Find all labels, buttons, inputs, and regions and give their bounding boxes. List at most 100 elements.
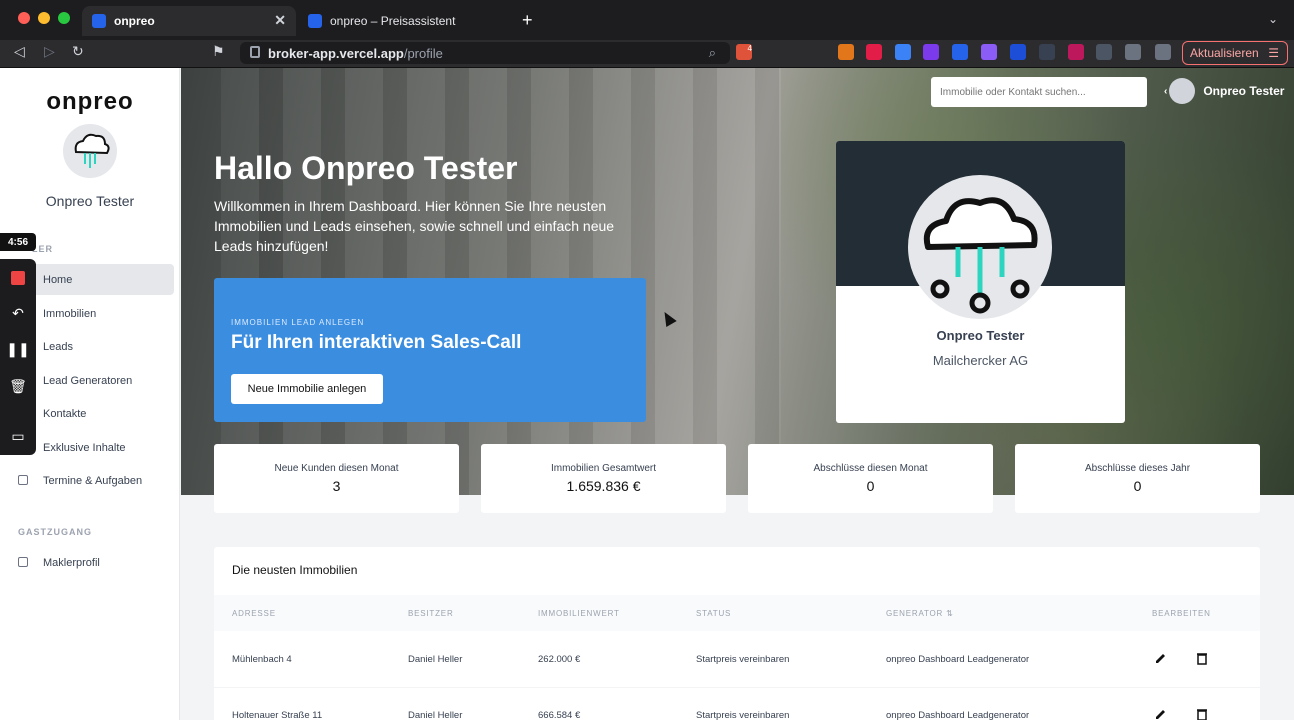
tab-onpreo[interactable]: onpreo ✕ bbox=[82, 6, 296, 36]
extension-translate-icon[interactable] bbox=[1010, 44, 1026, 60]
profile-card: Onpreo Tester Mailchercker AG bbox=[836, 141, 1125, 423]
column-header-address: ADRESSE bbox=[232, 609, 276, 618]
tab-list-chevron-icon[interactable]: ⌄ bbox=[1268, 12, 1278, 26]
sidebar-item-label: Lead Generatoren bbox=[43, 374, 133, 387]
profile-card-icon bbox=[18, 557, 28, 567]
extension-s-purple-icon[interactable] bbox=[981, 44, 997, 60]
edit-pencil-icon[interactable] bbox=[1153, 706, 1169, 720]
table-row[interactable]: Holtenauer Straße 11 Daniel Heller 666.5… bbox=[214, 688, 1260, 720]
stat-value: 3 bbox=[332, 478, 341, 494]
wallet-icon[interactable] bbox=[1155, 44, 1171, 60]
extension-chart-icon[interactable] bbox=[1068, 44, 1084, 60]
table-header: ADRESSE BESITZER IMMOBILIENWERT STATUS G… bbox=[214, 595, 1260, 631]
zoom-icon[interactable]: ⌕ bbox=[709, 45, 716, 61]
stat-value: 0 bbox=[866, 478, 875, 494]
cell-owner: Daniel Heller bbox=[408, 654, 463, 665]
top-user-name: Onpreo Tester bbox=[1203, 84, 1285, 98]
column-header-generator[interactable]: GENERATOR ⇅ bbox=[886, 609, 954, 618]
stat-card-total-value: Immobilien Gesamtwert 1.659.836 € bbox=[481, 444, 726, 513]
profile-company: Mailchercker AG bbox=[932, 353, 1029, 368]
cell-status: Startpreis vereinbaren bbox=[696, 654, 790, 665]
pause-icon[interactable]: ❚❚ bbox=[6, 339, 29, 359]
edit-pencil-icon[interactable] bbox=[1153, 650, 1169, 666]
recorder-panel: ↶ ❚❚ 🗑 ▭ bbox=[0, 259, 36, 455]
extension-puzzle-blue-icon[interactable] bbox=[952, 44, 968, 60]
table-row[interactable]: Mühlenbach 4 Daniel Heller 262.000 € Sta… bbox=[214, 632, 1260, 688]
trash-icon[interactable]: 🗑 bbox=[8, 376, 28, 396]
stat-card-closings-year: Abschlüsse dieses Jahr 0 bbox=[1015, 444, 1260, 513]
sidebar-item-maklerprofil[interactable]: Maklerprofil bbox=[8, 547, 174, 578]
maximize-window-button[interactable] bbox=[58, 12, 70, 24]
new-property-button[interactable]: Neue Immobilie anlegen bbox=[231, 374, 383, 404]
url-host: broker-app.vercel.app bbox=[268, 45, 404, 61]
back-icon[interactable]: ◁ bbox=[14, 43, 25, 60]
bookmark-icon[interactable]: ⚑ bbox=[212, 43, 225, 60]
onpreo-favicon-icon bbox=[308, 14, 322, 28]
stat-value: 0 bbox=[1133, 478, 1142, 494]
cell-value: 262.000 € bbox=[538, 654, 581, 665]
minimize-window-button[interactable] bbox=[38, 12, 50, 24]
stat-label: Neue Kunden diesen Monat bbox=[274, 463, 399, 474]
undo-icon[interactable]: ↶ bbox=[8, 303, 28, 323]
shield-badge: 4 bbox=[747, 44, 752, 53]
stop-recording-icon[interactable] bbox=[8, 268, 28, 288]
menu-icon: ☰ bbox=[1268, 46, 1279, 60]
address-bar[interactable]: broker-app.vercel.app/profile ⌕ bbox=[240, 42, 730, 64]
calendar-icon bbox=[18, 475, 28, 485]
cell-value: 666.584 € bbox=[538, 710, 581, 720]
brave-shield-icon[interactable]: 4 bbox=[736, 44, 752, 60]
lead-title: Für Ihren interaktiven Sales-Call bbox=[231, 332, 522, 353]
extension-search-icon[interactable] bbox=[1096, 44, 1112, 60]
onpreo-logo[interactable]: onpreo bbox=[0, 88, 180, 116]
stat-label: Abschlüsse dieses Jahr bbox=[1084, 463, 1191, 474]
stat-label: Abschlüsse diesen Monat bbox=[813, 463, 928, 474]
welcome-text: Willkommen in Ihrem Dashboard. Hier könn… bbox=[214, 198, 615, 254]
close-tab-icon[interactable]: ✕ bbox=[274, 12, 286, 29]
section-label-guest: GASTZUGANG bbox=[18, 527, 92, 537]
extension-grid-icon[interactable] bbox=[1039, 44, 1055, 60]
extensions-puzzle-icon[interactable] bbox=[1125, 44, 1141, 60]
chevron-left-icon: ‹ bbox=[1164, 85, 1168, 97]
extension-red-icon[interactable] bbox=[866, 44, 882, 60]
extension-edit-icon[interactable] bbox=[895, 44, 911, 60]
tab-title: onpreo – Preisassistent bbox=[330, 14, 456, 28]
lead-card: IMMOBILIEN LEAD ANLEGEN Für Ihren intera… bbox=[214, 278, 646, 422]
sidebar-item-label: Maklerprofil bbox=[43, 556, 100, 569]
column-header-edit: BEARBEITEN bbox=[1152, 609, 1211, 618]
onpreo-favicon-icon bbox=[92, 14, 106, 28]
camera-icon[interactable]: ▭ bbox=[8, 426, 28, 446]
top-user-menu[interactable]: ‹ Onpreo Tester bbox=[1164, 78, 1284, 104]
close-window-button[interactable] bbox=[18, 12, 30, 24]
tab-preisassistent[interactable]: onpreo – Preisassistent bbox=[298, 6, 510, 36]
cloud-avatar-icon bbox=[74, 133, 110, 168]
avatar bbox=[1169, 78, 1196, 104]
update-browser-button[interactable]: Aktualisieren ☰ bbox=[1182, 41, 1288, 65]
sidebar-item-label: Exklusive Inhalte bbox=[43, 441, 126, 454]
delete-trash-icon[interactable] bbox=[1194, 650, 1210, 666]
delete-trash-icon[interactable] bbox=[1194, 706, 1210, 720]
forward-icon[interactable]: ▷ bbox=[44, 43, 55, 60]
sidebar-user-name: Onpreo Tester bbox=[45, 193, 135, 209]
recording-timer: 4:56 bbox=[0, 233, 36, 251]
column-header-value: IMMOBILIENWERT bbox=[538, 609, 620, 618]
cloud-avatar-icon bbox=[923, 197, 1038, 314]
cell-generator: onpreo Dashboard Leadgenerator bbox=[886, 710, 1030, 720]
extension-fox-icon[interactable] bbox=[838, 44, 854, 60]
cell-generator: onpreo Dashboard Leadgenerator bbox=[886, 654, 1030, 665]
cell-address: Mühlenbach 4 bbox=[232, 654, 292, 665]
stat-value: 1.659.836 € bbox=[566, 478, 641, 494]
stat-label: Immobilien Gesamtwert bbox=[550, 463, 657, 474]
sidebar-item-termine[interactable]: Termine & Aufgaben bbox=[8, 465, 174, 496]
lead-kicker: IMMOBILIEN LEAD ANLEGEN bbox=[231, 318, 365, 327]
table-title: Die neusten Immobilien bbox=[232, 563, 358, 577]
lock-icon bbox=[250, 46, 260, 58]
extension-s-icon[interactable] bbox=[923, 44, 939, 60]
column-header-owner: BESITZER bbox=[408, 609, 454, 618]
reload-icon[interactable]: ↻ bbox=[72, 43, 84, 60]
column-header-status: STATUS bbox=[696, 609, 732, 618]
search-input[interactable] bbox=[931, 77, 1147, 107]
profile-name: Onpreo Tester bbox=[936, 328, 1025, 343]
stat-card-closings-month: Abschlüsse diesen Monat 0 bbox=[748, 444, 993, 513]
new-tab-icon[interactable]: + bbox=[522, 10, 533, 31]
browser-tab-bar: onpreo ✕ onpreo – Preisassistent + ⌄ bbox=[0, 0, 1294, 40]
